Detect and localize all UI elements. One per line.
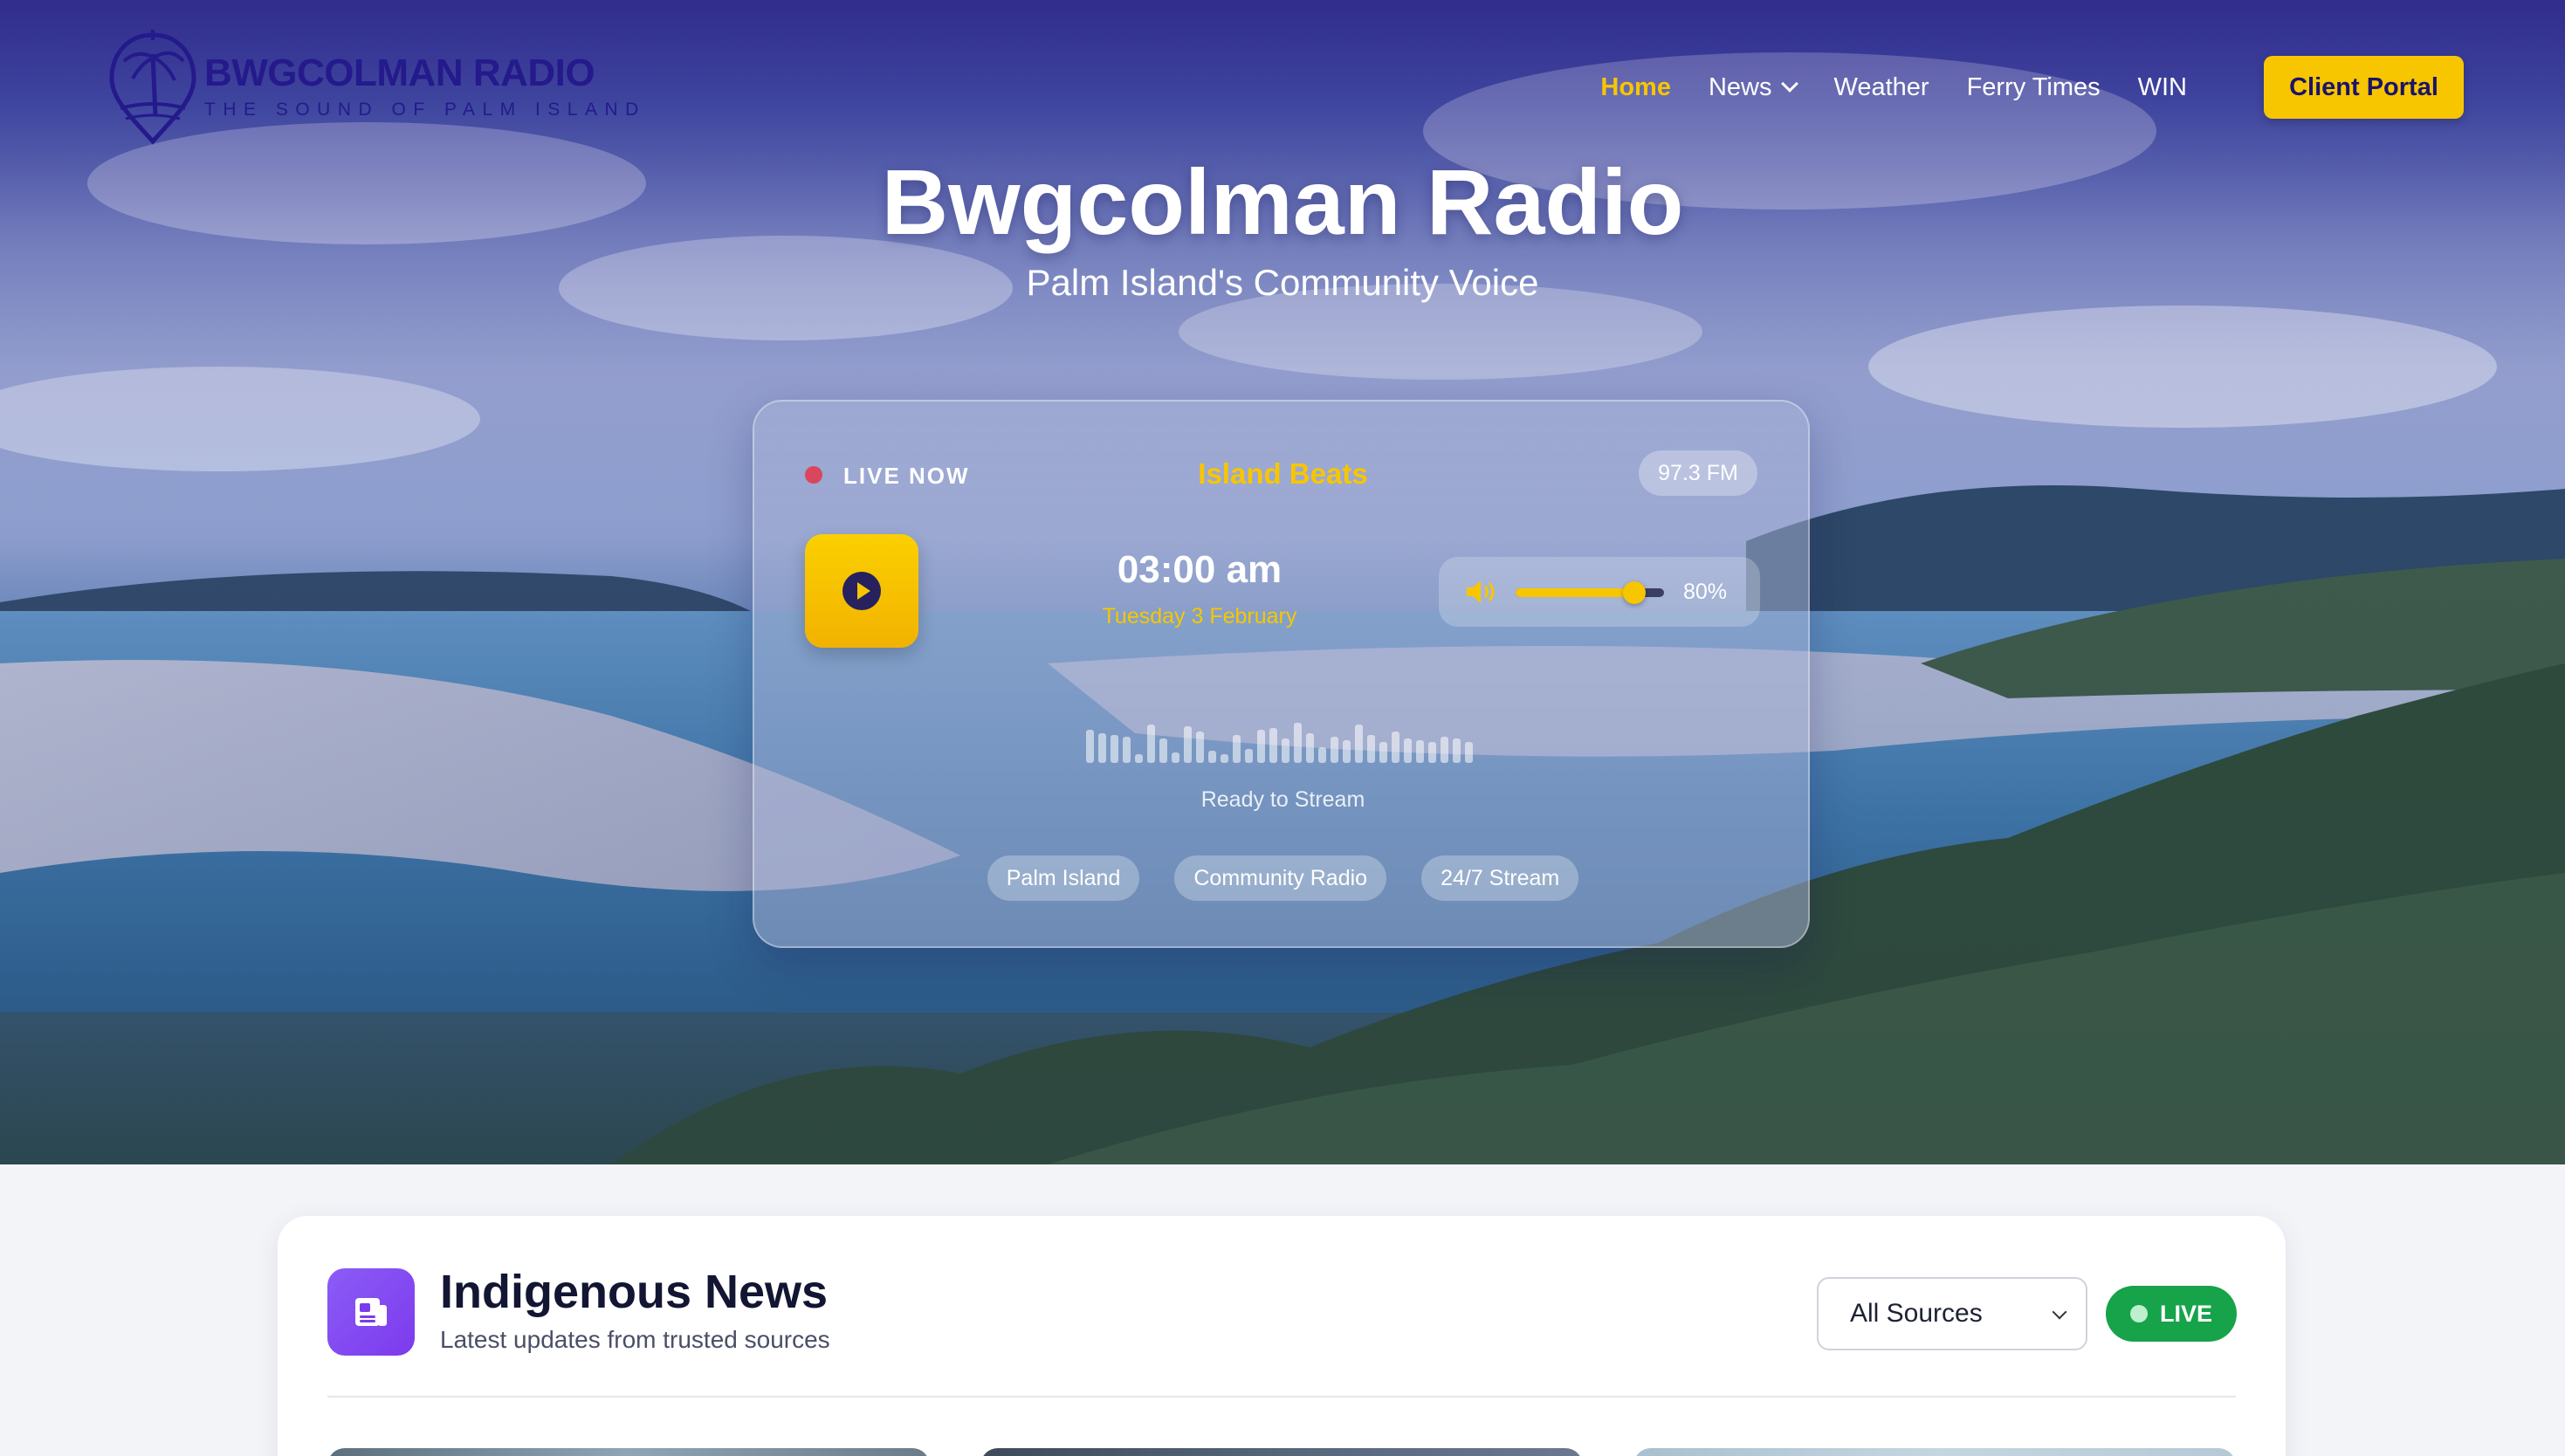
newspaper-icon [327, 1268, 415, 1356]
tag-chip: 24/7 Stream [1421, 855, 1579, 901]
nav-news[interactable]: News [1708, 72, 1799, 102]
live-badge: LIVE [2106, 1286, 2237, 1342]
live-badge-label: LIVE [2159, 1300, 2212, 1327]
tag-chip: Palm Island [987, 855, 1140, 901]
radio-player-card: LIVE NOW Island Beats 97.3 FM 03:00 am T… [753, 400, 1810, 948]
play-icon [842, 572, 881, 610]
palm-tree-pin-icon [109, 30, 196, 145]
brand-logo[interactable]: BWGCOLMAN RADIO THE SOUND OF PALM ISLAND [107, 28, 646, 147]
nav-win[interactable]: WIN [2138, 73, 2187, 102]
main-nav: Home News Weather Ferry Times WIN [1600, 56, 2225, 119]
frequency-badge: 97.3 FM [1639, 450, 1757, 496]
news-card-image[interactable] [327, 1448, 930, 1456]
volume-fill [1516, 588, 1634, 597]
current-time: 03:00 am [1117, 548, 1282, 591]
news-card-image[interactable] [980, 1448, 1583, 1456]
nav-ferry-times[interactable]: Ferry Times [1967, 73, 2101, 102]
audio-waveform [1086, 723, 1473, 763]
news-section-title: Indigenous News [440, 1266, 829, 1318]
volume-slider-thumb[interactable] [1623, 581, 1646, 604]
newspaper-glyph [355, 1298, 387, 1326]
volume-control: 80% [1439, 557, 1760, 627]
stream-status: Ready to Stream [1200, 787, 1365, 812]
tag-chip: Community Radio [1174, 855, 1387, 901]
news-source-selected: All Sources [1850, 1299, 1983, 1328]
play-button[interactable] [805, 534, 918, 648]
hero-title: Bwgcolman Radio [881, 151, 1684, 254]
brand-tagline: THE SOUND OF PALM ISLAND [204, 100, 646, 120]
chevron-down-icon [2052, 1304, 2067, 1320]
current-date: Tuesday 3 February [1102, 604, 1297, 628]
hero-subtitle: Palm Island's Community Voice [1026, 262, 1539, 303]
news-card-image[interactable] [1633, 1448, 2236, 1456]
player-tags: Palm Island Community Radio 24/7 Stream [754, 855, 1812, 901]
brand-name: BWGCOLMAN RADIO [204, 52, 595, 94]
client-portal-button[interactable]: Client Portal [2264, 56, 2464, 119]
nav-news-label: News [1708, 72, 1772, 101]
nav-home[interactable]: Home [1600, 73, 1671, 102]
news-divider [327, 1396, 2236, 1398]
chevron-down-icon [1781, 75, 1799, 93]
news-source-select[interactable]: All Sources [1817, 1277, 2087, 1350]
nav-weather[interactable]: Weather [1833, 73, 1929, 102]
volume-percent: 80% [1683, 580, 1728, 604]
speaker-icon[interactable] [1463, 578, 1498, 606]
volume-slider[interactable] [1516, 581, 1664, 604]
live-dot-icon [2129, 1305, 2148, 1322]
news-section-subtitle: Latest updates from trusted sources [440, 1326, 830, 1353]
indigenous-news-section: Indigenous News Latest updates from trus… [278, 1216, 2286, 1456]
